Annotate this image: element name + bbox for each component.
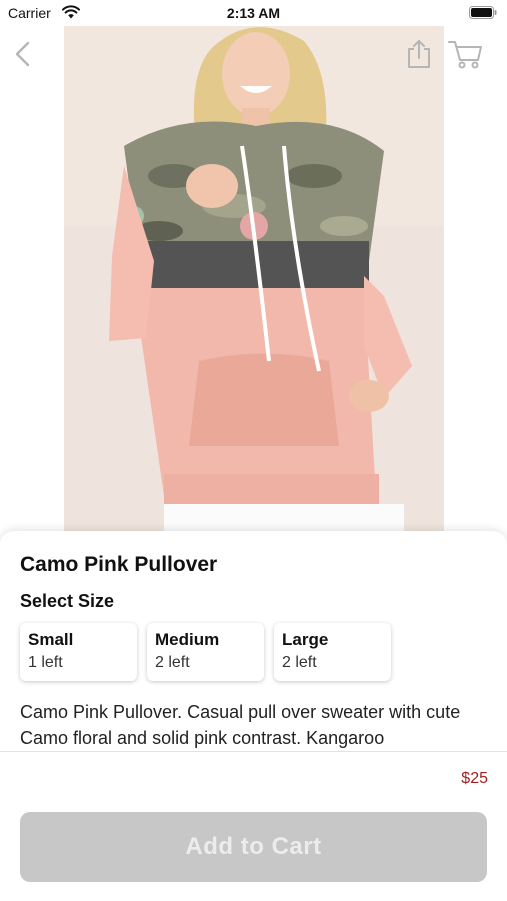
product-price: $25 (461, 770, 488, 787)
size-stock: 1 left (28, 654, 63, 671)
size-name: Large (282, 630, 329, 649)
size-stock: 2 left (155, 654, 190, 671)
battery-icon (469, 6, 497, 19)
purchase-footer: $25 Add to Cart (0, 751, 507, 901)
product-image-area (0, 26, 507, 536)
size-stock: 2 left (282, 654, 317, 671)
size-option-small[interactable]: Small 1 left (20, 623, 137, 681)
product-photo (64, 26, 444, 536)
size-name: Medium (155, 630, 220, 649)
size-option-medium[interactable]: Medium 2 left (147, 623, 264, 681)
shopping-cart-icon[interactable] (447, 38, 483, 70)
product-details-sheet: Camo Pink Pullover Select Size Small 1 l… (0, 531, 507, 751)
product-description: Camo Pink Pullover. Casual pull over swe… (20, 702, 461, 748)
status-bar: Carrier 2:13 AM (0, 0, 507, 26)
size-heading: Select Size (20, 591, 115, 611)
size-name: Small (28, 630, 74, 649)
add-to-cart-button[interactable]: Add to Cart (20, 812, 487, 882)
size-options: Small 1 left Medium 2 left Large 2 left (20, 623, 391, 681)
share-icon[interactable] (405, 38, 433, 70)
chevron-left-icon[interactable] (12, 40, 34, 68)
size-option-large[interactable]: Large 2 left (274, 623, 391, 681)
product-title: Camo Pink Pullover (20, 553, 218, 576)
clock: 2:13 AM (226, 5, 281, 21)
